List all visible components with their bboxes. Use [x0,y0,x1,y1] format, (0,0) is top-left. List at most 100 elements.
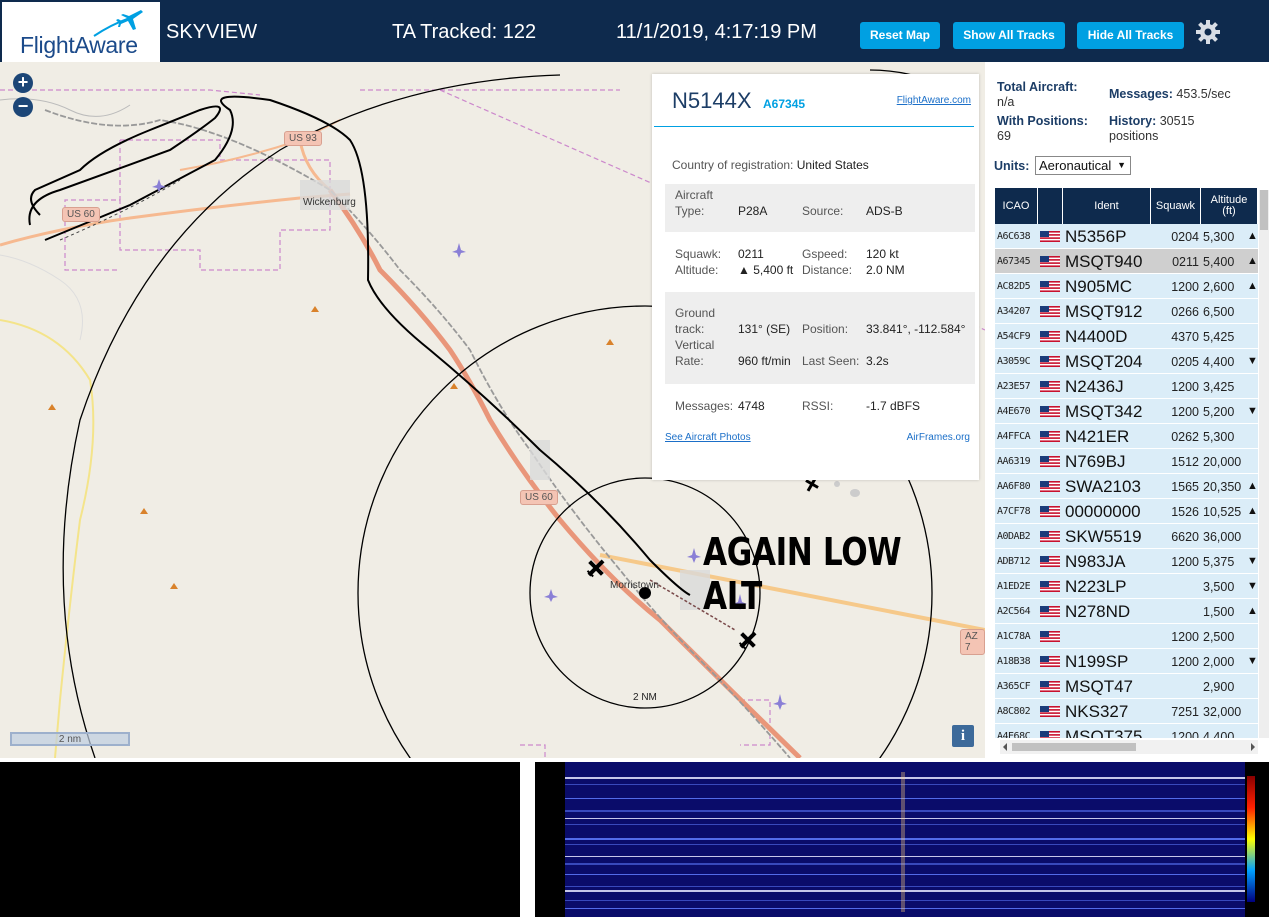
history-value: 30515 [1159,114,1195,128]
row-altitude-trend: ▼ [1247,580,1258,592]
source-label: Source: [802,204,844,218]
row-altitude-trend: ▼ [1247,355,1258,367]
row-ident: MSQT342 [1065,402,1143,421]
flightaware-logo[interactable]: FlightAware [2,2,160,62]
town-label-wickenburg: Wickenburg [303,197,356,208]
zoom-in-button[interactable]: + [13,73,33,93]
squawk-label: Squawk: [675,247,722,261]
squawk-value: 0211 [738,247,764,261]
table-row[interactable]: A4E670 MSQT342 1200 5,200 ▼ [995,399,1258,424]
gear-icon[interactable] [1195,19,1221,45]
table-row[interactable]: A34207 MSQT912 0266 6,500 [995,299,1258,324]
row-icao: A23E57 [997,381,1031,392]
row-icao: A6C638 [997,231,1031,242]
row-squawk: 1200 [1171,630,1199,644]
us-flag-icon [1040,356,1060,367]
row-icao: AA6F80 [997,481,1031,492]
row-icao: A365CF [997,681,1031,692]
table-row[interactable]: A4FFCA N421ER 0262 5,300 [995,424,1258,449]
track-position-block: Ground track: 131° (SE) Position: 33.841… [665,292,975,384]
see-aircraft-photos-link[interactable]: See Aircraft Photos [665,432,751,443]
units-dropdown[interactable]: Aeronautical ▼ [1035,156,1131,175]
row-ident: MSQT940 [1065,252,1143,271]
column-header-squawk[interactable]: Squawk [1151,188,1201,224]
row-altitude-trend: ▼ [1247,555,1258,567]
table-row[interactable]: A1ED2E N223LP 3,500 ▼ [995,574,1258,599]
table-row[interactable]: A2C564 N278ND 1,500 ▲ [995,599,1258,624]
row-altitude: 5,300 [1203,430,1235,444]
row-icao: A34207 [997,306,1031,317]
table-row[interactable]: A67345 MSQT940 0211 5,400 ▲ [995,249,1258,274]
table-row[interactable]: A8C802 NKS327 7251 32,000 [995,699,1258,724]
row-altitude: 5,300 [1203,230,1235,244]
airframes-link[interactable]: AirFrames.org [907,432,970,443]
row-squawk: 1565 [1171,480,1199,494]
row-ident: N905MC [1065,277,1133,296]
us-flag-icon [1040,331,1060,342]
aircraft-table-body[interactable]: A6C638 N5356P 0204 5,300 ▲ A67345 MSQT940 0211 5… [995,224,1258,738]
show-all-tracks-button[interactable]: Show All Tracks [953,22,1065,49]
table-horizontal-scrollbar[interactable] [1000,740,1258,754]
table-vertical-scrollbar[interactable] [1259,190,1269,738]
table-row[interactable]: A6C638 N5356P 0204 5,300 ▲ [995,224,1258,249]
last-seen-label: Last Seen: [802,354,860,368]
reset-map-button[interactable]: Reset Map [860,22,940,49]
type-source-block: Aircraft Type: P28A Source: ADS-B [665,184,975,232]
messages-value: 4748 [738,399,765,413]
row-squawk: 4370 [1171,330,1199,344]
app-name: SKYVIEW [166,21,258,43]
column-header-altitude[interactable]: Altitude (ft) [1201,188,1258,224]
table-row[interactable]: AA6319 N769BJ 1512 20,000 [995,449,1258,474]
table-row[interactable]: A54CF9 N4400D 4370 5,425 [995,324,1258,349]
row-ident: MSQT912 [1065,302,1143,321]
aircraft-type-label-line2: Type: [675,204,705,218]
table-row[interactable]: A3059C MSQT204 0205 4,400 ▼ [995,349,1258,374]
vertical-scroll-thumb[interactable] [1260,190,1268,230]
row-altitude: 6,500 [1203,305,1235,319]
datetime-clock: 11/1/2019, 4:17:19 PM [616,21,817,43]
table-row[interactable]: A0DAB2 SKW5519 6620 36,000 [995,524,1258,549]
zoom-out-button[interactable]: − [13,97,33,117]
info-button[interactable]: i [952,725,974,747]
row-icao: A8C802 [997,706,1031,717]
column-header-flag[interactable] [1038,188,1063,224]
table-row[interactable]: ADB712 N983JA 1200 5,375 ▼ [995,549,1258,574]
row-altitude: 2,000 [1203,655,1235,669]
table-row[interactable]: A1C78A 1200 2,500 [995,624,1258,649]
us-flag-icon [1040,606,1060,617]
row-altitude: 2,600 [1203,280,1235,294]
row-squawk: 1200 [1171,655,1199,669]
row-altitude-trend: ▲ [1247,280,1258,292]
table-row[interactable]: AC82D5 N905MC 1200 2,600 ▲ [995,274,1258,299]
row-altitude: 10,525 [1203,505,1242,519]
us-flag-icon [1040,556,1060,567]
flightaware-link[interactable]: FlightAware.com [897,95,971,106]
table-row[interactable]: A18B38 N199SP 1200 2,000 ▼ [995,649,1258,674]
row-ident: N983JA [1065,552,1126,571]
row-squawk: 6620 [1171,530,1199,544]
aircraft-type-value: P28A [738,204,768,218]
rssi-label: RSSI: [802,399,834,413]
row-altitude: 36,000 [1203,530,1242,544]
us-flag-icon [1040,381,1060,392]
column-header-ident[interactable]: Ident [1063,188,1151,224]
row-ident: SWA2103 [1065,477,1141,496]
hide-all-tracks-button[interactable]: Hide All Tracks [1077,22,1184,49]
row-ident: MSQT375 [1065,727,1143,738]
column-header-icao[interactable]: ICAO [995,188,1038,224]
table-row[interactable]: A23E57 N2436J 1200 3,425 [995,374,1258,399]
annotation-text: AGAIN LOW ALT [703,530,902,618]
row-ident: 00000000 [1065,502,1141,521]
row-squawk: 1200 [1171,555,1199,569]
row-squawk: 0205 [1171,355,1199,369]
table-row[interactable]: A4E68C MSQT375 1200 4,400 [995,724,1258,738]
row-ident: NKS327 [1065,702,1129,721]
us-flag-icon [1040,656,1060,667]
total-aircraft-stat: Total Aircraft: n/a [997,80,1107,110]
table-row[interactable]: A7CF78 00000000 1526 10,525 ▲ [995,499,1258,524]
distance-value: 2.0 NM [866,263,905,277]
row-altitude-trend: ▲ [1247,480,1258,492]
table-row[interactable]: AA6F80 SWA2103 1565 20,350 ▲ [995,474,1258,499]
row-ident: N421ER [1065,427,1130,446]
table-row[interactable]: A365CF MSQT47 2,900 [995,674,1258,699]
